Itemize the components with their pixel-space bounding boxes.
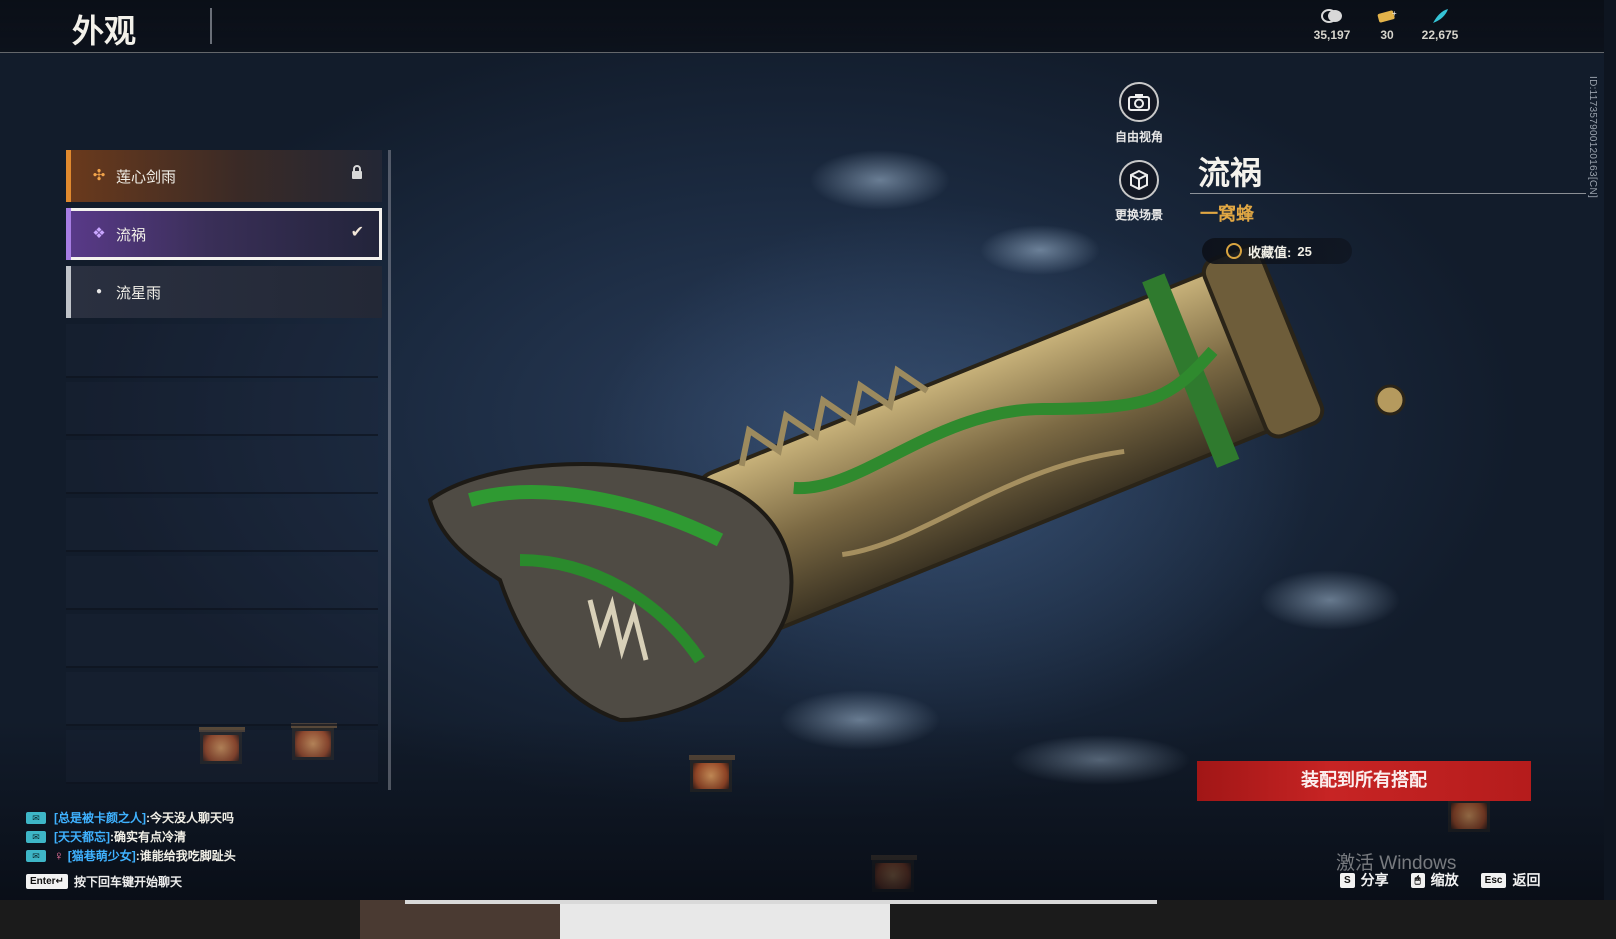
currency-value: 30 (1380, 28, 1394, 42)
rarity-gem-icon: ✣ (92, 167, 106, 184)
share-hint[interactable]: S 分享 (1340, 870, 1389, 890)
mouse-icon: 🖱 (1410, 872, 1425, 888)
chat-input-hint[interactable]: Enter↵ 按下回车键开始聊天 (26, 873, 182, 890)
window-edge (405, 900, 1157, 904)
chat-message: :谁能给我吃脚趾头 (135, 849, 236, 863)
share-label: 分享 (1360, 872, 1389, 888)
skin-item-liuxingyu[interactable]: ● 流星雨 (66, 266, 382, 318)
list-scrollbar[interactable] (388, 150, 391, 790)
collection-label: 收藏值: (1248, 244, 1292, 260)
chat-message: :确实有点冷清 (110, 830, 186, 844)
chat-user[interactable]: [猫巷萌少女] (68, 847, 136, 864)
coin-stack-icon (1302, 8, 1362, 26)
esc-key-icon: Esc (1480, 872, 1507, 888)
lantern (1447, 795, 1493, 832)
chat-channel-icon: ✉ (26, 849, 46, 862)
chat-user[interactable]: [总是被卡颜之人] (54, 809, 146, 826)
free-camera-button[interactable]: 自由视角 (1104, 82, 1174, 145)
feather-icon (1410, 8, 1470, 26)
lantern (871, 855, 917, 892)
empty-slot (66, 324, 378, 378)
currency-feathers: 22,675 (1410, 8, 1470, 42)
female-icon: ♀ (54, 848, 64, 863)
zoom-label: 缩放 (1430, 872, 1459, 888)
skin-item-liuhuo[interactable]: ❖ 流祸 ✔ (66, 208, 382, 260)
chat-user[interactable]: [天天都忘] (54, 828, 110, 845)
top-bar: 外观 35,197 + 30 22,675 (0, 0, 1604, 53)
chat-message: :今天没人聊天吗 (146, 811, 234, 825)
currency-coins: 35,197 (1302, 8, 1362, 42)
rarity-gem-icon: ❖ (92, 225, 106, 242)
chat-channel-icon: ✉ (26, 811, 46, 824)
chat-panel: ✉ [总是被卡颜之人] :今天没人聊天吗 ✉ [天天都忘] :确实有点冷清 ✉ … (26, 808, 386, 865)
back-label: 返回 (1512, 872, 1541, 888)
rarity-gem-icon: ● (95, 286, 103, 297)
page-title: 外观 (72, 12, 137, 50)
divider (1190, 193, 1586, 194)
chat-line: ✉ [天天都忘] :确实有点冷清 (26, 827, 386, 846)
currency-tickets: + 30 (1357, 8, 1417, 42)
free-camera-label: 自由视角 (1114, 130, 1163, 144)
currency-value: 35,197 (1313, 28, 1351, 42)
empty-slot (66, 440, 378, 494)
skin-item-label: 流星雨 (116, 285, 162, 302)
collection-value: 25 (1297, 243, 1312, 259)
collection-coin-icon (1226, 243, 1242, 259)
weapon-type: 一窝蜂 (1200, 204, 1254, 225)
currency-value: 22,675 (1421, 28, 1459, 42)
chat-line: ✉ ♀ [猫巷萌少女] :谁能给我吃脚趾头 (26, 846, 386, 865)
skin-name: 流祸 (1198, 154, 1263, 192)
title-divider (210, 8, 212, 44)
change-scene-label: 更换场景 (1114, 208, 1163, 222)
rarity-bar (66, 266, 71, 318)
change-scene-button[interactable]: 更换场景 (1104, 160, 1174, 223)
rarity-bar (66, 150, 71, 202)
background-photo (560, 904, 890, 939)
enter-key-icon: Enter↵ (26, 874, 68, 889)
rarity-bar (66, 208, 71, 260)
background-photo (360, 900, 560, 939)
collection-value-badge: 收藏值: 25 (1202, 238, 1352, 264)
ticket-icon: + (1357, 8, 1417, 26)
skin-item-label: 流祸 (116, 227, 147, 244)
control-hints: S 分享 🖱 缩放 Esc 返回 (1340, 870, 1540, 890)
empty-slot (66, 382, 378, 436)
skin-list: ✣ 莲心剑雨 ❖ 流祸 ✔ ● 流星雨 (66, 150, 382, 790)
desktop-strip (0, 900, 1616, 939)
checkmark-icon: ✔ (350, 224, 364, 241)
back-hint[interactable]: Esc 返回 (1480, 870, 1541, 890)
empty-slot (66, 614, 378, 668)
cube-icon (1119, 160, 1159, 200)
skin-item-lianxin[interactable]: ✣ 莲心剑雨 (66, 150, 382, 202)
equip-all-button[interactable]: 装配到所有搭配 (1197, 761, 1531, 801)
client-id: ID:117357900120163[CN] (1587, 76, 1598, 199)
skin-item-label: 莲心剑雨 (116, 169, 177, 186)
lantern (689, 755, 735, 792)
empty-slot (66, 672, 378, 726)
empty-slot (66, 730, 378, 784)
svg-text:+: + (1392, 9, 1397, 18)
empty-slot (66, 556, 378, 610)
zoom-hint[interactable]: 🖱 缩放 (1410, 870, 1459, 890)
s-key-icon: S (1340, 872, 1355, 888)
chat-channel-icon: ✉ (26, 830, 46, 843)
camera-icon (1119, 82, 1159, 122)
empty-slot (66, 498, 378, 552)
chat-line: ✉ [总是被卡颜之人] :今天没人聊天吗 (26, 808, 386, 827)
chat-hint-text: 按下回车键开始聊天 (73, 875, 182, 889)
lock-icon (350, 164, 364, 185)
